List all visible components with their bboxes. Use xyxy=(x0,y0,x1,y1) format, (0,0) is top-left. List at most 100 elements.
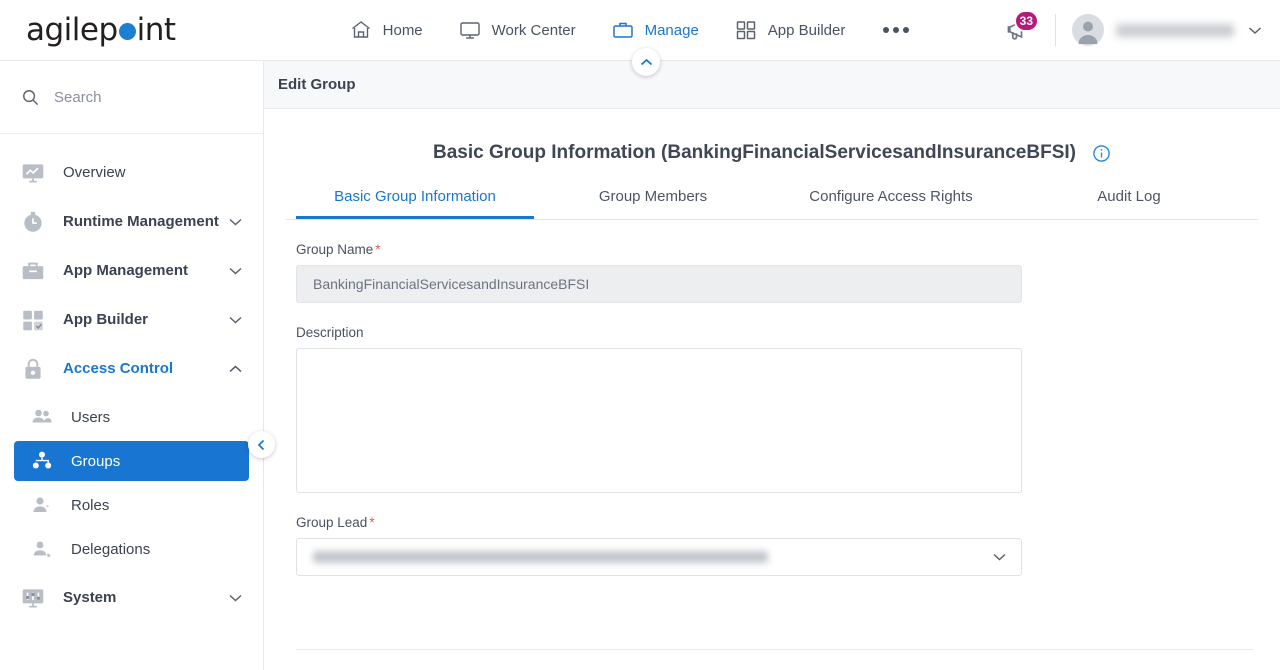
search-input[interactable]: Search xyxy=(0,61,263,134)
grid-icon xyxy=(736,21,756,40)
nav-label-work-center: Work Center xyxy=(491,21,576,39)
announcements-badge: 33 xyxy=(1013,10,1039,32)
dot-3-icon xyxy=(903,27,910,33)
page-title: Basic Group Information (BankingFinancia… xyxy=(433,142,1076,163)
nav-label-home: Home xyxy=(382,21,423,39)
breadcrumb: Edit Group xyxy=(278,76,356,93)
user-menu-chevron-down-icon[interactable] xyxy=(1248,26,1262,35)
system-monitor-icon xyxy=(22,588,44,608)
sidebar-item-roles[interactable]: Roles xyxy=(14,485,249,525)
grid-check-icon xyxy=(23,310,43,330)
tab-label: Audit Log xyxy=(1097,188,1161,205)
content-area: Edit Group Basic Group Information (Bank… xyxy=(264,48,1280,670)
briefcase-icon xyxy=(22,262,44,279)
avatar-person-icon xyxy=(1078,21,1098,44)
chevron-up-icon[interactable] xyxy=(228,364,243,374)
description-textarea[interactable] xyxy=(296,348,1022,493)
sidebar-item-runtime-management[interactable]: Runtime Management xyxy=(0,197,263,246)
sidebar-item-overview[interactable]: Overview xyxy=(0,148,263,197)
role-person-icon xyxy=(33,497,50,512)
users-icon xyxy=(32,409,52,423)
group-lead-value-redacted xyxy=(313,551,768,563)
monitor-icon xyxy=(459,22,480,39)
nav-item-work-center[interactable]: Work Center xyxy=(455,14,578,46)
sidebar-label-runtime-management: Runtime Management xyxy=(63,213,219,230)
sidebar-label-delegations: Delegations xyxy=(71,540,151,558)
sidebar-item-access-control[interactable]: Access Control xyxy=(0,344,263,393)
tab-bar: Basic Group Information Group Members Co… xyxy=(286,188,1258,220)
edit-group-panel: Basic Group Information (BankingFinancia… xyxy=(264,109,1280,650)
tab-group-members[interactable]: Group Members xyxy=(534,188,772,219)
tab-label: Group Members xyxy=(598,188,708,205)
page-title-row: Basic Group Information (BankingFinancia… xyxy=(286,109,1258,164)
logo-dot-icon xyxy=(118,22,136,40)
chevron-left-icon xyxy=(257,439,265,450)
chevron-down-icon[interactable] xyxy=(228,315,243,325)
main-navigation: Home Work Center Manage App Builder xyxy=(264,14,997,46)
chevron-down-icon[interactable] xyxy=(228,266,243,276)
nav-label-app-builder: App Builder xyxy=(767,21,846,39)
sidebar-label-overview: Overview xyxy=(63,164,126,181)
sidebar-label-app-builder: App Builder xyxy=(63,311,148,328)
sidebar-label-system: System xyxy=(63,589,117,606)
home-icon xyxy=(351,21,370,38)
stopwatch-icon xyxy=(24,211,42,232)
description-label: Description xyxy=(296,325,364,340)
chevron-down-icon[interactable] xyxy=(228,217,243,227)
tab-basic-group-information[interactable]: Basic Group Information xyxy=(296,188,534,219)
nav-item-manage[interactable]: Manage xyxy=(608,14,701,46)
group-name-input[interactable]: BankingFinancialServicesandInsuranceBFSI xyxy=(296,265,1022,303)
group-name-field: Group Name * BankingFinancialServicesandI… xyxy=(296,242,1248,303)
sidebar-item-app-management[interactable]: App Management xyxy=(0,246,263,295)
tab-configure-access-rights[interactable]: Configure Access Rights xyxy=(772,188,1010,219)
chevron-down-icon[interactable] xyxy=(228,593,243,603)
required-asterisk: * xyxy=(375,242,381,257)
briefcase-icon xyxy=(612,22,633,38)
group-name-label: Group Name * xyxy=(296,242,1248,257)
group-lead-label-text: Group Lead xyxy=(296,515,368,530)
top-divider xyxy=(1055,14,1056,46)
footer-divider xyxy=(296,649,1254,650)
logo-text-part1: agilep xyxy=(26,12,118,48)
sidebar: Search Overview Runtime Management App M… xyxy=(0,61,275,670)
nav-item-app-builder[interactable]: App Builder xyxy=(731,14,848,46)
user-name-redacted xyxy=(1116,23,1234,37)
avatar[interactable] xyxy=(1072,14,1104,46)
sidebar-label-users: Users xyxy=(71,408,111,426)
agilepoint-logo[interactable]: agilep int xyxy=(0,12,264,48)
chevron-up-icon xyxy=(640,58,652,65)
sidebar-label-groups: Groups xyxy=(71,452,121,470)
tab-label: Configure Access Rights xyxy=(809,188,973,205)
sidebar-item-app-builder[interactable]: App Builder xyxy=(0,295,263,344)
tab-audit-log[interactable]: Audit Log xyxy=(1010,188,1248,219)
nav-label-manage: Manage xyxy=(644,21,699,39)
tab-label: Basic Group Information xyxy=(334,188,496,205)
group-name-value: BankingFinancialServicesandInsuranceBFSI xyxy=(313,276,590,292)
sidebar-item-groups[interactable]: Groups xyxy=(14,441,249,481)
announcements-button[interactable]: 33 xyxy=(997,10,1039,50)
top-right-actions: 33 xyxy=(997,10,1280,50)
sidebar-item-users[interactable]: Users xyxy=(14,397,249,437)
logo-text: agilep int xyxy=(26,12,176,48)
more-menu-button[interactable] xyxy=(877,27,915,33)
search-icon xyxy=(23,89,39,105)
overview-icon xyxy=(22,163,44,183)
nav-item-home[interactable]: Home xyxy=(346,14,425,46)
info-circle-icon[interactable] xyxy=(1092,144,1111,163)
sidebar-label-access-control: Access Control xyxy=(63,360,174,377)
group-lead-label: Group Lead * xyxy=(296,515,1248,530)
description-field: Description xyxy=(296,325,1248,493)
group-lead-dropdown[interactable] xyxy=(296,538,1022,576)
dot-2-icon xyxy=(893,27,900,33)
sidebar-item-system[interactable]: System xyxy=(0,573,263,622)
sidebar-item-delegations[interactable]: Delegations xyxy=(14,529,249,569)
basic-group-information-form: Group Name * BankingFinancialServicesandI… xyxy=(286,220,1258,576)
sidebar-nav-list: Overview Runtime Management App Manageme… xyxy=(0,134,263,622)
header-collapse-button[interactable] xyxy=(632,48,660,76)
sidebar-label-app-management: App Management xyxy=(63,262,189,279)
sidebar-label-roles: Roles xyxy=(71,496,110,514)
sidebar-collapse-button[interactable] xyxy=(248,431,275,458)
dot-1-icon xyxy=(883,27,890,33)
chevron-down-icon xyxy=(993,553,1006,561)
